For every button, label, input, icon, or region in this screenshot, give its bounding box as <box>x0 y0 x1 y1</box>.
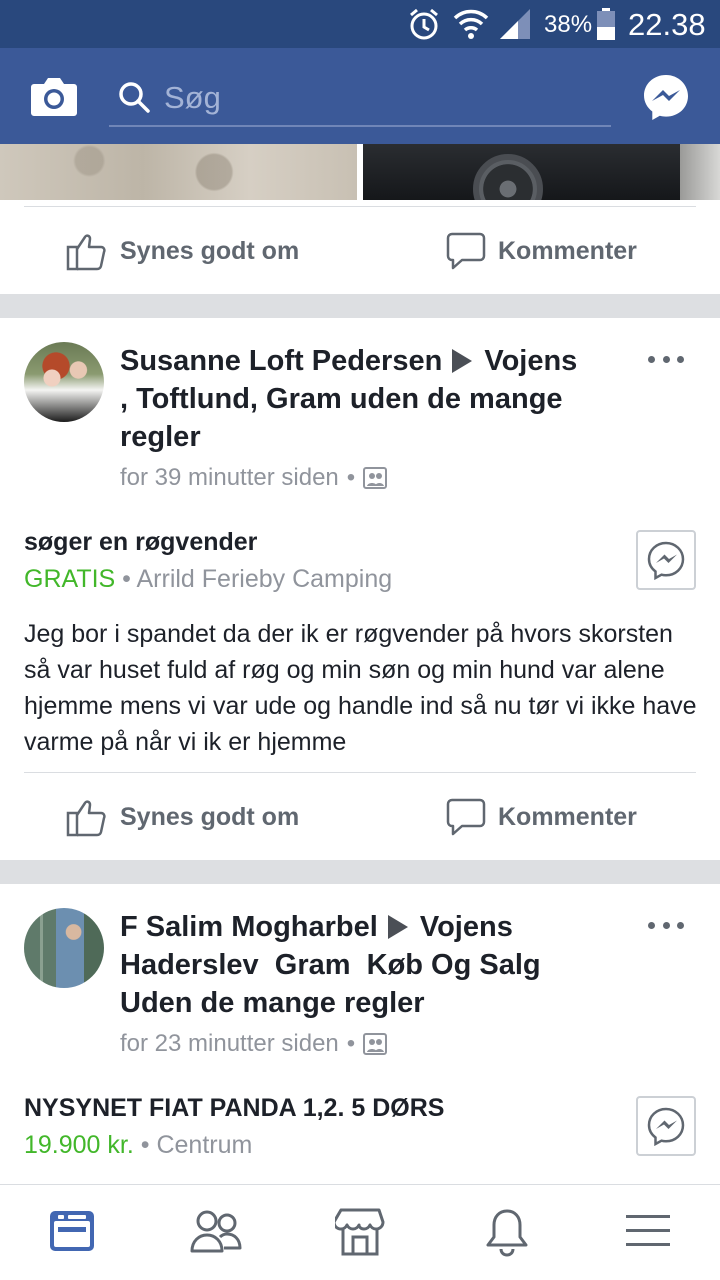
post-actions: Synes godt om Kommenter <box>0 206 720 292</box>
more-options-icon[interactable] <box>648 922 684 932</box>
status-bar: 38% 22.38 <box>0 0 720 48</box>
post-time[interactable]: for 39 minutter siden <box>120 464 339 492</box>
like-button[interactable]: Synes godt om <box>66 230 299 272</box>
like-button[interactable]: Synes godt om <box>66 796 299 838</box>
message-seller-button[interactable] <box>636 1096 696 1156</box>
author-name[interactable]: Susanne Loft Pedersen <box>120 345 442 377</box>
sale-details: 19.900 kr. • Centrum <box>24 1131 253 1159</box>
messenger-icon <box>647 541 685 580</box>
sale-price: GRATIS <box>24 565 116 593</box>
comment-button[interactable]: Kommenter <box>446 230 637 272</box>
photo-ground[interactable] <box>0 144 357 200</box>
sale-title[interactable]: NYSYNET FIAT PANDA 1,2. 5 DØRS <box>24 1094 444 1123</box>
post-text: Jeg bor i spandet da der ik er røgvender… <box>24 620 697 756</box>
camera-icon[interactable] <box>30 74 78 118</box>
alarm-icon <box>410 8 438 40</box>
sale-details: GRATIS • Arrild Ferieby Camping <box>24 565 393 593</box>
marketplace-icon[interactable] <box>335 1207 385 1257</box>
group-name-lead[interactable]: Vojens <box>420 911 513 943</box>
messenger-icon[interactable] <box>641 72 691 122</box>
search-input[interactable] <box>164 78 584 118</box>
friends-icon[interactable] <box>190 1207 242 1255</box>
message-seller-button[interactable] <box>636 530 696 590</box>
sale-location: Arrild Ferieby Camping <box>136 565 393 593</box>
like-label: Synes godt om <box>120 236 300 265</box>
search-icon <box>119 82 150 113</box>
messenger-icon <box>647 1107 685 1146</box>
wifi-icon <box>453 9 489 39</box>
search-bar[interactable] <box>109 72 611 127</box>
news-feed-icon[interactable] <box>48 1207 96 1255</box>
thumbs-up-icon <box>66 234 106 271</box>
avatar[interactable] <box>24 342 104 422</box>
group-audience-icon <box>363 1033 388 1055</box>
signal-icon <box>500 9 530 39</box>
post-time[interactable]: for 23 minutter siden <box>120 1030 339 1058</box>
sale-location: Centrum <box>156 1131 253 1159</box>
menu-icon[interactable] <box>626 1207 670 1255</box>
post-meta: for 39 minutter siden • <box>120 464 388 492</box>
comment-label: Kommenter <box>498 236 637 265</box>
author-name[interactable]: F Salim Mogharbel <box>120 911 378 943</box>
sale-title[interactable]: søger en røgvender <box>24 528 257 557</box>
more-options-icon[interactable] <box>648 356 684 366</box>
post-photos[interactable] <box>0 144 720 200</box>
post-card: F Salim Mogharbel Vojens Haderslev Gram … <box>0 884 720 1184</box>
arrow-right-icon <box>387 915 408 939</box>
comment-label: Kommenter <box>498 802 637 831</box>
battery-icon <box>597 8 615 40</box>
group-audience-icon <box>363 467 388 489</box>
clock: 22.38 <box>628 7 706 42</box>
comment-button[interactable]: Kommenter <box>446 796 637 838</box>
notifications-icon[interactable] <box>484 1207 530 1257</box>
group-name[interactable]: Haderslev Gram Køb Og Salg Uden de mange… <box>120 949 549 1019</box>
bottom-nav <box>0 1184 720 1280</box>
battery-percent: 38% <box>544 11 593 38</box>
thumbs-up-icon <box>66 800 106 837</box>
comment-icon <box>446 232 486 270</box>
post-author[interactable]: Susanne Loft Pedersen Vojens , Toftlund,… <box>120 342 590 456</box>
photo-car[interactable] <box>363 144 720 200</box>
post-actions: Synes godt om Kommenter <box>0 772 720 858</box>
post-card: Susanne Loft Pedersen Vojens , Toftlund,… <box>0 318 720 860</box>
post-author[interactable]: F Salim Mogharbel Vojens Haderslev Gram … <box>120 908 590 1022</box>
avatar[interactable] <box>24 908 104 988</box>
sale-price: 19.900 kr. <box>24 1131 134 1159</box>
post-meta: for 23 minutter siden • <box>120 1030 388 1058</box>
arrow-right-icon <box>452 349 473 373</box>
top-bar <box>0 48 720 144</box>
like-label: Synes godt om <box>120 802 300 831</box>
comment-icon <box>446 798 486 836</box>
